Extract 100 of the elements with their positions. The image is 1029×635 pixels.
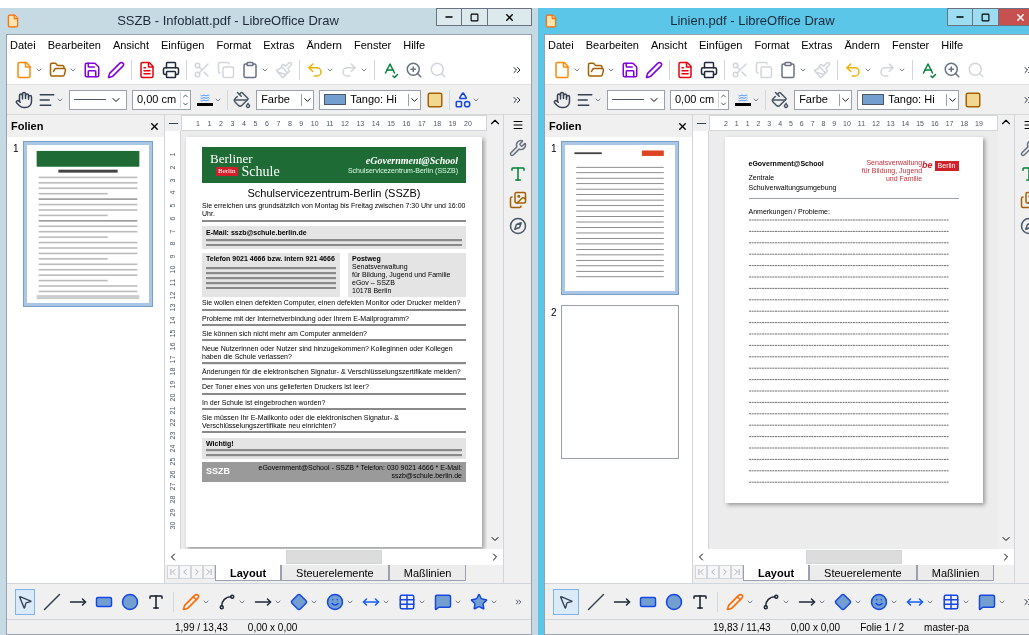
menu-item[interactable]: Datei: [10, 36, 36, 54]
menu-item[interactable]: Format: [216, 36, 252, 54]
save-icon[interactable]: [83, 60, 101, 79]
shapes-icon[interactable]: [454, 90, 473, 109]
pencil-icon[interactable]: [181, 592, 200, 611]
layer-tab[interactable]: Maßlinien: [916, 565, 995, 581]
fill-color-select[interactable]: Tango: Hi: [857, 89, 960, 110]
minimize-button[interactable]: [947, 8, 973, 26]
smiley-icon[interactable]: [870, 592, 888, 611]
minimize-button[interactable]: [436, 8, 462, 26]
scrollbar-thumb[interactable]: [286, 550, 382, 564]
pdf-export-icon[interactable]: [138, 60, 156, 79]
navigator-icon[interactable]: [508, 217, 527, 235]
fill-color-select[interactable]: Tango: Hi: [319, 89, 422, 110]
properties-icon[interactable]: [508, 139, 527, 157]
menu-item[interactable]: Fenster: [891, 36, 930, 54]
layer-tab[interactable]: Maßlinien: [388, 565, 467, 581]
fill-type-select[interactable]: Farbe: [794, 89, 853, 110]
dropdown-icon[interactable]: [408, 93, 421, 106]
close-icon[interactable]: [149, 120, 160, 132]
ellipse-icon[interactable]: [121, 592, 140, 611]
pdf-export-icon[interactable]: [676, 60, 694, 79]
star-icon[interactable]: [469, 592, 488, 611]
paint-bucket-icon[interactable]: [771, 90, 790, 109]
gallery-icon[interactable]: [508, 191, 527, 209]
shadow-icon[interactable]: [426, 90, 445, 109]
dropdown-icon[interactable]: [839, 93, 852, 106]
dropdown-icon[interactable]: [946, 93, 959, 106]
menu-item[interactable]: Datei: [548, 36, 574, 54]
menu-item[interactable]: Ansicht: [112, 36, 149, 54]
select-tool-button[interactable]: [15, 588, 36, 615]
menu-item[interactable]: Bearbeiten: [47, 36, 101, 54]
maximize-button[interactable]: [973, 8, 999, 26]
line-color-icon[interactable]: [196, 93, 215, 106]
new-document-icon[interactable]: [553, 60, 571, 79]
scrollbar-thumb[interactable]: [805, 550, 902, 564]
status-text: Folie 1 / 2: [860, 620, 905, 634]
spin-icon[interactable]: [718, 91, 729, 108]
new-document-icon[interactable]: [15, 60, 33, 79]
menu-item[interactable]: Ändern: [306, 36, 342, 54]
line-icon[interactable]: [43, 592, 62, 611]
menu-item[interactable]: Hilfe: [403, 36, 426, 54]
line-style-dropdown[interactable]: [69, 89, 127, 110]
menu-icon[interactable]: [511, 119, 524, 131]
line-color-icon[interactable]: [734, 93, 753, 106]
styles-icon[interactable]: [508, 165, 527, 183]
callout-icon[interactable]: [433, 592, 452, 611]
diamond-icon[interactable]: [834, 592, 852, 611]
connector-icon[interactable]: [217, 592, 236, 611]
layer-tab[interactable]: Steuerelemente: [281, 565, 389, 581]
line-width-field[interactable]: 0,00 cm: [132, 89, 192, 110]
table-icon[interactable]: [397, 592, 416, 611]
diamond-icon[interactable]: [289, 592, 308, 611]
line-style-dropdown[interactable]: [607, 89, 665, 110]
shadow-icon[interactable]: [964, 90, 983, 109]
fill-type-select[interactable]: Farbe: [256, 89, 315, 110]
zoom-icon[interactable]: [943, 60, 961, 79]
paste-icon[interactable]: [779, 60, 797, 79]
close-icon[interactable]: [677, 120, 688, 132]
select-tool-button[interactable]: [553, 588, 579, 615]
callout-icon[interactable]: [978, 592, 996, 611]
layer-tab[interactable]: Layout: [215, 565, 282, 581]
menu-item[interactable]: Hilfe: [941, 36, 964, 54]
pencil-icon[interactable]: [726, 592, 744, 611]
dropdown-icon[interactable]: [301, 93, 314, 106]
folder-icon[interactable]: [49, 60, 67, 79]
connector-icon[interactable]: [762, 592, 780, 611]
zoom-icon[interactable]: [405, 60, 423, 79]
print-icon[interactable]: [700, 60, 718, 79]
menu-item[interactable]: Extras: [263, 36, 295, 54]
print-icon[interactable]: [162, 60, 180, 79]
line-width-field[interactable]: 0,00 cm: [670, 89, 730, 110]
ellipse-icon[interactable]: [665, 592, 683, 611]
menu-item[interactable]: Ansicht: [650, 36, 687, 54]
close-button[interactable]: [488, 8, 532, 26]
menu-item[interactable]: Bearbeiten: [585, 36, 639, 54]
menu-item[interactable]: Extras: [801, 36, 833, 54]
spin-icon[interactable]: [180, 91, 191, 108]
line-icon[interactable]: [587, 592, 605, 611]
paste-icon[interactable]: [241, 60, 259, 79]
hand-icon[interactable]: [15, 90, 33, 109]
maximize-button[interactable]: [462, 8, 488, 26]
slide-thumbnail-frame[interactable]: [561, 305, 679, 459]
text-tool-icon[interactable]: [691, 592, 709, 611]
text-tool-icon[interactable]: [147, 592, 166, 611]
folder-icon[interactable]: [587, 60, 605, 79]
menu-item[interactable]: Fenster: [353, 36, 392, 54]
menu-item[interactable]: Einfügen: [699, 36, 743, 54]
paint-bucket-icon[interactable]: [233, 90, 252, 109]
menu-item[interactable]: Einfügen: [161, 36, 205, 54]
edit-file-icon[interactable]: [645, 60, 663, 79]
table-icon[interactable]: [942, 592, 960, 611]
menu-item[interactable]: Ändern: [844, 36, 880, 54]
layer-tab[interactable]: Steuerelemente: [809, 565, 917, 581]
layer-tab[interactable]: Layout: [743, 565, 810, 581]
smiley-icon[interactable]: [325, 592, 344, 611]
hand-icon[interactable]: [553, 90, 571, 109]
save-icon[interactable]: [621, 60, 639, 79]
edit-file-icon[interactable]: [107, 60, 125, 79]
menu-item[interactable]: Format: [754, 36, 790, 54]
